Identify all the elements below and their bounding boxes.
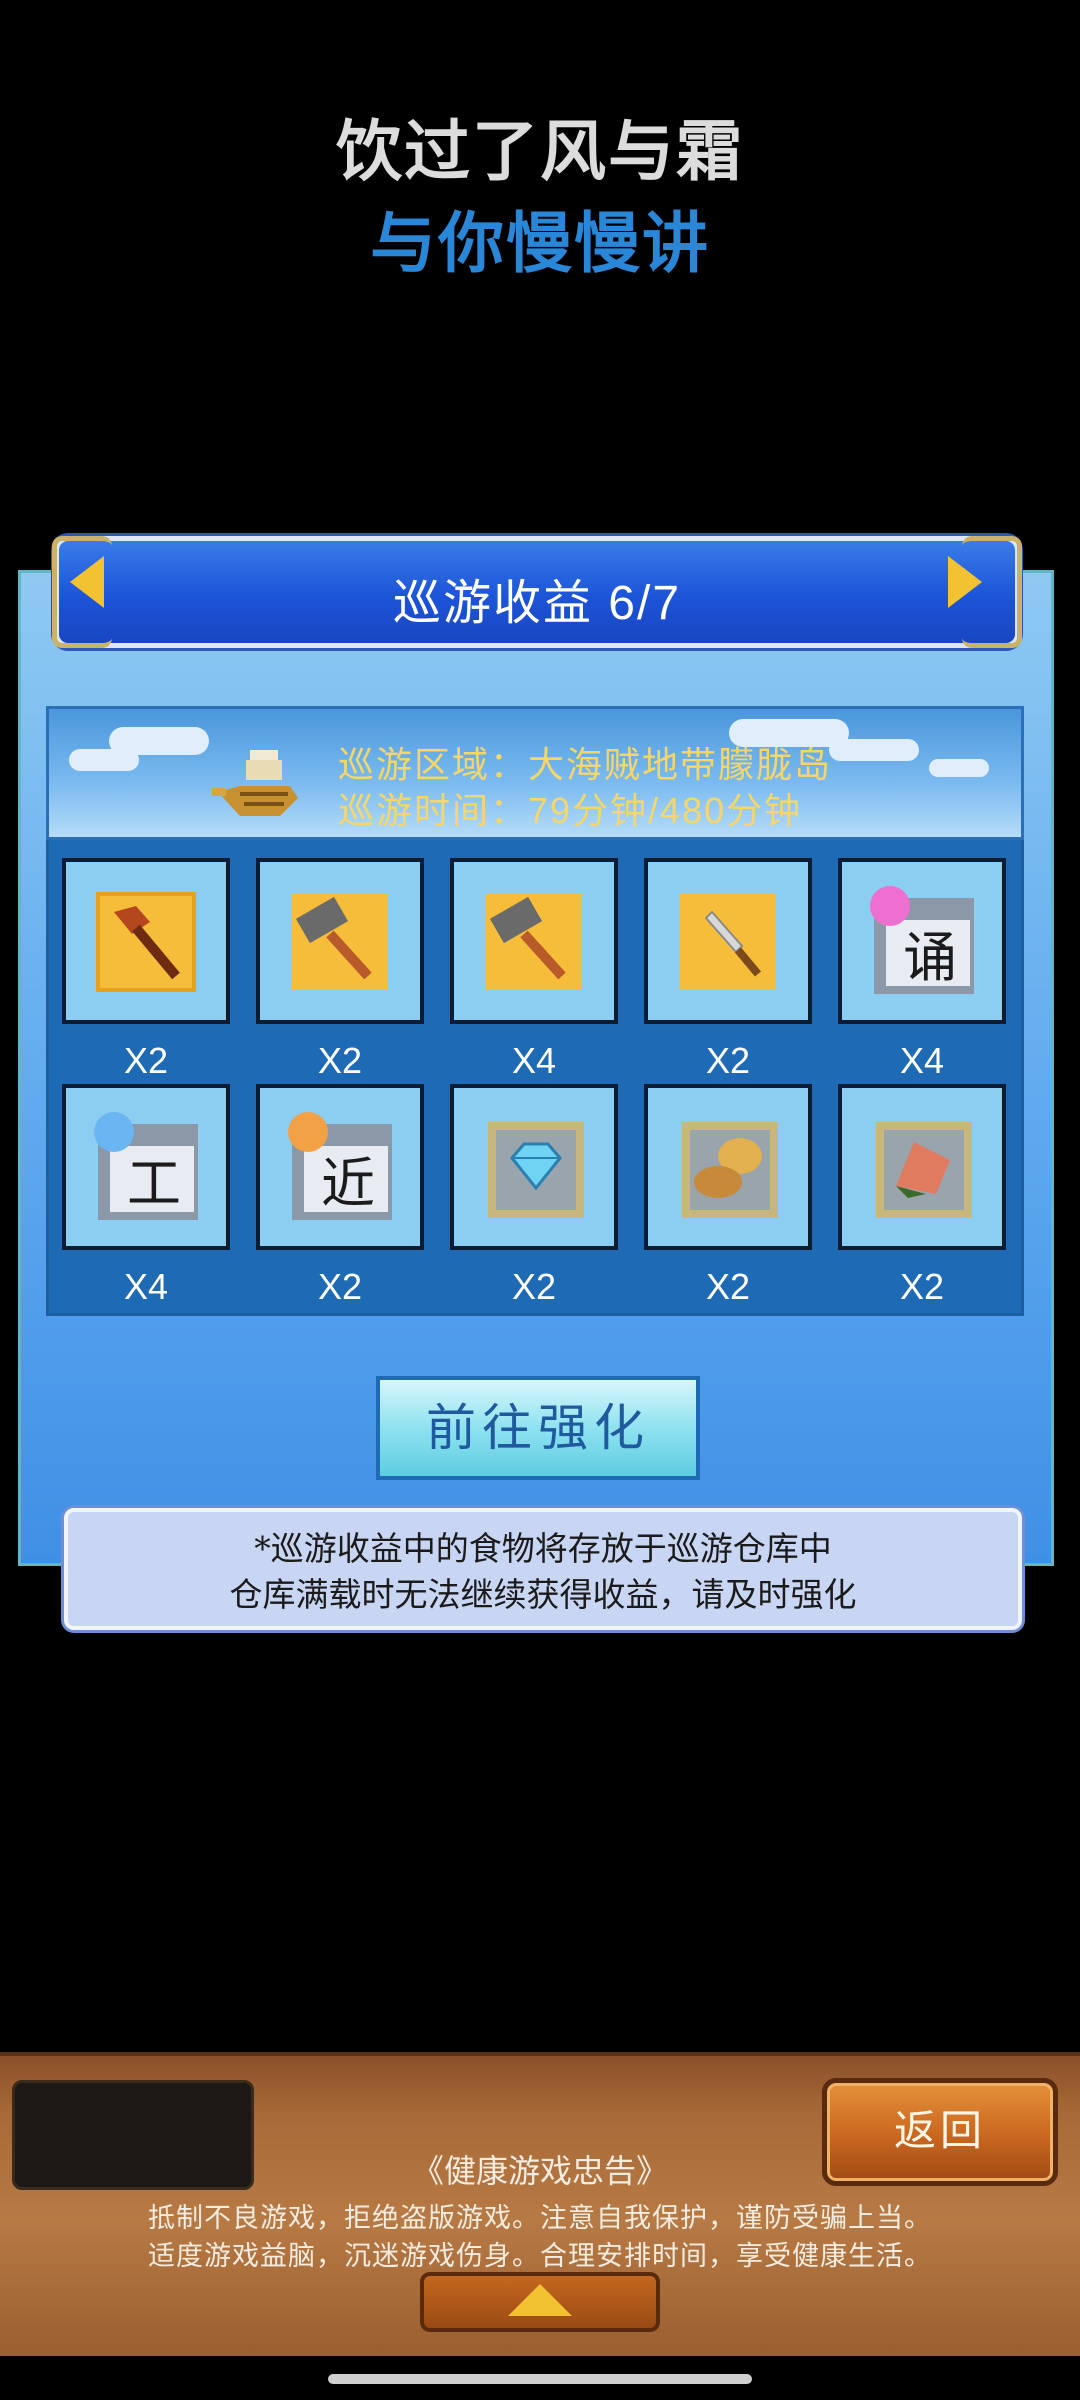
cruise-region-value: 大海贼地带朦胧岛 — [528, 744, 833, 785]
reward-qty: X2 — [899, 1266, 945, 1307]
reward-qty: X2 — [317, 1266, 363, 1307]
pink-skill-scroll-icon: 诵 — [870, 886, 974, 994]
up-arrow-icon — [508, 2284, 572, 2316]
scroll-glyph: 近 — [321, 1152, 375, 1215]
previous-page-arrow-icon[interactable] — [70, 556, 104, 608]
bread-icon — [682, 1122, 778, 1218]
health-advice-line-1: 抵制不良游戏，拒绝盗版游戏。注意自我保护，谨防受骗上当。 — [148, 2203, 932, 2234]
next-page-arrow-icon[interactable] — [948, 556, 982, 608]
reward-qty: X4 — [899, 1040, 945, 1081]
reward-item-dagger[interactable] — [644, 858, 812, 1024]
panel-title: 巡游收益 6/7 — [392, 577, 682, 630]
health-advice-title: 《健康游戏忠告》 — [411, 2152, 668, 2190]
health-advice-line-2: 适度游戏益脑，沉迷游戏伤身。合理安排时间，享受健康生活。 — [148, 2241, 932, 2272]
scroll-glyph: 工 — [127, 1152, 181, 1215]
reward-item-hammer[interactable] — [450, 858, 618, 1024]
cruise-time-label: 巡游时间： — [338, 790, 529, 831]
reward-item-hammer[interactable] — [256, 858, 424, 1024]
reward-item-meat[interactable] — [838, 1084, 1006, 1250]
cruise-time-value: 79分钟/480分钟 — [528, 790, 803, 831]
reward-item-wooden-club[interactable] — [62, 858, 230, 1024]
reward-qty: X2 — [705, 1040, 751, 1081]
reward-item-skill-scroll[interactable]: 工 — [62, 1084, 230, 1250]
cruise-region: 巡游区域：大海贼地带朦胧岛 — [338, 736, 832, 788]
slogan-line-2: 与你慢慢讲 — [370, 206, 710, 280]
wooden-club-icon — [96, 892, 196, 992]
home-indicator[interactable] — [328, 2374, 752, 2384]
reward-qty: X4 — [123, 1266, 169, 1307]
diamond-icon — [488, 1122, 584, 1218]
slogan-line-1: 饮过了风与霜 — [336, 114, 744, 188]
go-enhance-button[interactable]: 前往强化 — [376, 1376, 700, 1480]
reward-item-bread[interactable] — [644, 1084, 812, 1250]
blue-skill-scroll-icon: 工 — [94, 1112, 198, 1220]
orange-skill-scroll-icon: 近 — [288, 1112, 392, 1220]
reward-item-skill-scroll[interactable]: 近 — [256, 1084, 424, 1250]
reward-item-diamond[interactable] — [450, 1084, 618, 1250]
reward-qty: X2 — [123, 1040, 169, 1081]
dagger-icon — [680, 894, 776, 990]
note-line-2: 仓库满载时无法继续获得收益，请及时强化 — [229, 1575, 857, 1614]
cruise-time: 巡游时间：79分钟/480分钟 — [338, 782, 802, 834]
hammer-icon — [292, 894, 388, 990]
reward-qty: X2 — [511, 1266, 557, 1307]
scroll-glyph: 诵 — [903, 926, 957, 989]
reward-item-skill-scroll[interactable]: 诵 — [838, 858, 1006, 1024]
hammer-icon — [486, 894, 582, 990]
reward-qty: X2 — [317, 1040, 363, 1081]
meat-icon — [876, 1122, 972, 1218]
reward-qty: X4 — [511, 1040, 557, 1081]
reward-qty: X2 — [705, 1266, 751, 1307]
cruise-region-label: 巡游区域： — [338, 744, 529, 785]
magic-lamp-ship-icon — [212, 750, 298, 816]
note-line-1: *巡游收益中的食物将存放于巡游仓库中 — [254, 1529, 832, 1568]
